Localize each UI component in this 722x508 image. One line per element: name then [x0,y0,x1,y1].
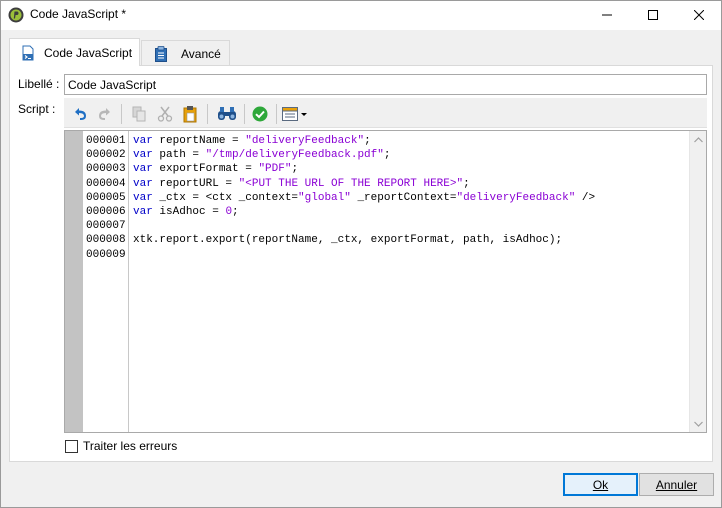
clipboard-icon [153,45,169,62]
vertical-scrollbar[interactable] [689,131,706,432]
scroll-down-icon[interactable] [690,415,706,432]
code-area[interactable]: var reportName = "deliveryFeedback"; var … [133,131,689,432]
script-icon [20,45,36,61]
code-text: reportURL = [152,177,239,190]
copy-icon[interactable] [128,103,150,125]
find-icon[interactable] [216,103,238,125]
title-bar: Code JavaScript * [0,0,722,30]
toolbar-separator [244,104,245,124]
code-line: var isAdhoc = 0; [133,205,689,219]
tab-avance[interactable]: Avancé [141,40,230,66]
code-text: path = [152,149,206,162]
maximize-icon[interactable] [630,0,676,30]
code-text: exportFormat = [152,163,259,176]
line-number: 000003 [86,163,126,176]
toolbar-separator [207,104,208,124]
line-number: 000002 [86,149,126,162]
code-line: var reportURL = "<PUT THE URL OF THE REP… [133,177,689,191]
code-keyword: var [133,205,153,218]
code-text: ; [383,149,391,162]
line-number: 000001 [86,135,126,147]
minimize-icon[interactable] [584,0,630,30]
tab-code-javascript[interactable]: Code JavaScript [9,38,140,66]
cancel-button-label: Annuler [655,477,698,492]
code-keyword: var [133,135,153,147]
code-text: ; [232,205,239,218]
code-string: "deliveryFeedback" [245,135,365,147]
cancel-button[interactable]: Annuler [639,473,714,496]
code-string: "global" [298,191,351,204]
code-text: ; [291,163,299,176]
handle-errors-option[interactable]: Traiter les erreurs [65,438,177,454]
code-line: xtk.report.export(reportName, _ctx, expo… [133,233,689,247]
script-label: Script : [18,102,56,116]
line-number: 000007 [86,220,126,233]
tab-label: Avancé [181,46,221,61]
code-line: var path = "/tmp/deliveryFeedback.pdf"; [133,148,689,162]
line-number: 000006 [86,205,126,218]
code-text: isAdhoc = [152,205,226,218]
line-number: 000008 [86,234,126,247]
scroll-up-icon[interactable] [690,131,706,148]
code-string: "PDF" [258,163,292,176]
line-number: 000009 [86,248,126,261]
code-string: "<PUT THE URL OF THE REPORT HERE>" [238,177,464,190]
undo-icon[interactable] [69,103,91,125]
code-text: ; [364,135,371,147]
insert-field-icon[interactable] [280,103,310,125]
cut-icon[interactable] [154,103,176,125]
code-line: var _ctx = <ctx _context="global" _repor… [133,191,689,205]
code-text: /> [575,191,596,204]
toolbar-separator [121,104,122,124]
editor-toolbar [64,98,707,128]
close-icon[interactable] [676,0,722,30]
tab-label: Code JavaScript [44,45,133,60]
window-title: Code JavaScript * [30,7,127,21]
code-text: reportName = [152,135,246,147]
line-numbers: 000001 000002 000003 000004 000005 000006 0000… [83,131,129,432]
code-keyword: var [133,149,153,162]
redo-icon[interactable] [94,103,116,125]
code-keyword: var [133,177,153,190]
libelle-input[interactable] [64,74,707,95]
app-logo-icon [8,7,24,23]
code-string: "deliveryFeedback" [456,191,576,204]
handle-errors-label: Traiter les erreurs [83,439,178,453]
ok-button[interactable]: Ok [563,473,638,496]
code-keyword: var [133,191,153,204]
code-text: ; [463,177,470,190]
handle-errors-checkbox[interactable] [65,439,78,453]
paste-icon[interactable] [179,103,201,125]
code-line: var exportFormat = "PDF"; [133,162,689,176]
code-keyword: var [133,163,153,176]
libelle-label: Libellé : [18,77,60,91]
line-number: 000005 [86,191,126,204]
script-editor[interactable]: 000001 000002 000003 000004 000005 000006 0000… [64,130,707,433]
code-string: "/tmp/deliveryFeedback.pdf" [205,149,384,162]
line-number: 000004 [86,177,126,190]
code-line: var reportName = "deliveryFeedback"; [133,134,689,148]
code-text: _ctx = <ctx _context= [152,191,299,204]
code-text: _reportContext= [350,191,457,204]
editor-gutter [65,131,83,432]
check-syntax-icon[interactable] [249,103,271,125]
toolbar-separator [276,104,277,124]
ok-button-label: Ok [592,477,609,492]
code-text: xtk.report.export(reportName, _ctx, expo… [133,234,563,247]
